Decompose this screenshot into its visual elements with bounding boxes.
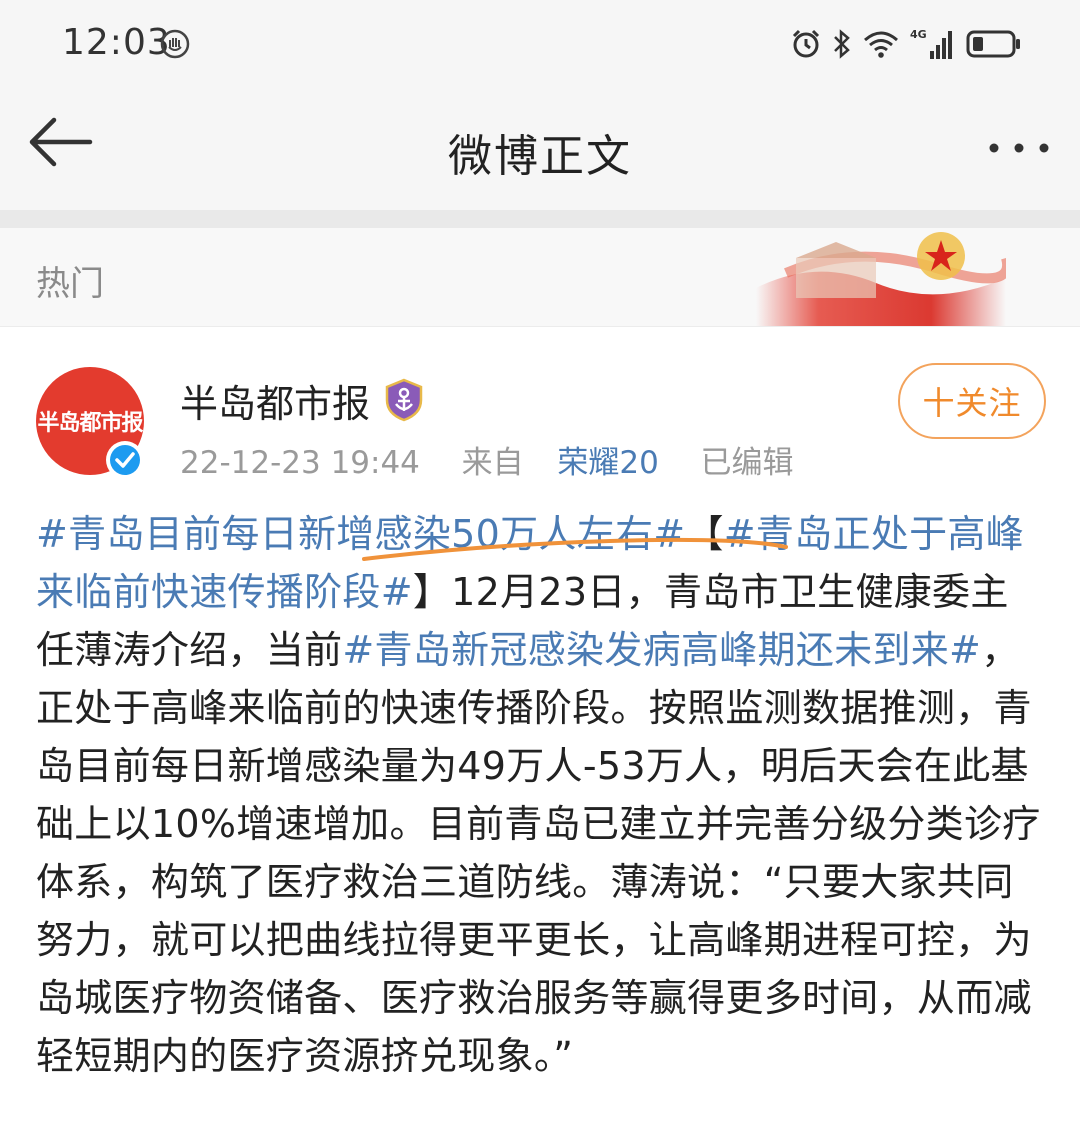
post-text: ，正处于高峰来临前的快速传播阶段。按照监测数据推测，青岛目前每日新增感染量为49… — [36, 628, 1041, 1078]
avatar-logo-text: 半岛都市报 — [37, 410, 143, 436]
post-content: #青岛目前每日新增感染50万人左右#【#青岛正处于高峰来临前快速传播阶段#】12… — [36, 505, 1046, 1085]
alarm-icon — [792, 29, 820, 58]
section-divider — [0, 210, 1080, 228]
hot-label: 热门 — [36, 264, 104, 304]
post-meta: 22-12-23 19:44 来自 荣耀20 已编辑 — [180, 437, 794, 482]
hashtag-link[interactable]: #青岛目前每日新增感染50万人左右# — [36, 512, 685, 556]
status-icons: 4G — [790, 26, 1022, 62]
flag-banner-image — [756, 232, 1006, 326]
bluetooth-icon — [834, 29, 850, 59]
more-dots-icon[interactable] — [984, 128, 1054, 168]
page-title: 微博正文 — [448, 131, 632, 182]
verified-icon — [106, 441, 144, 479]
status-time: 12:03 — [62, 22, 171, 63]
hashtag-link[interactable]: #青岛新冠感染发病高峰期还未到来# — [342, 628, 981, 672]
follow-button[interactable]: 十关注 — [898, 363, 1046, 439]
battery-icon — [966, 30, 1020, 58]
weibo-post: 半岛都市报 半岛都市报 22-12-23 19:44 来自 荣耀20 已编辑 十… — [0, 327, 1080, 1129]
source-device-link[interactable]: 荣耀20 — [557, 445, 658, 481]
hand-icon — [160, 29, 190, 59]
post-text: 【 — [685, 512, 724, 556]
nav-bar: 微博正文 — [0, 90, 1080, 210]
author-name[interactable]: 半岛都市报 — [180, 373, 370, 428]
post-timestamp: 22-12-23 19:44 — [180, 445, 420, 481]
status-bar: 12:03 4G — [0, 0, 1080, 90]
hot-section-header: 热门 — [0, 228, 1080, 327]
wifi-icon — [864, 31, 898, 58]
edited-label: 已编辑 — [700, 445, 794, 481]
source-prefix: 来自 — [461, 445, 524, 481]
member-badge-icon[interactable] — [384, 378, 424, 422]
author-row: 半岛都市报 — [180, 373, 424, 428]
signal-4g-icon: 4G — [910, 28, 952, 59]
svg-text:4G: 4G — [910, 28, 927, 41]
